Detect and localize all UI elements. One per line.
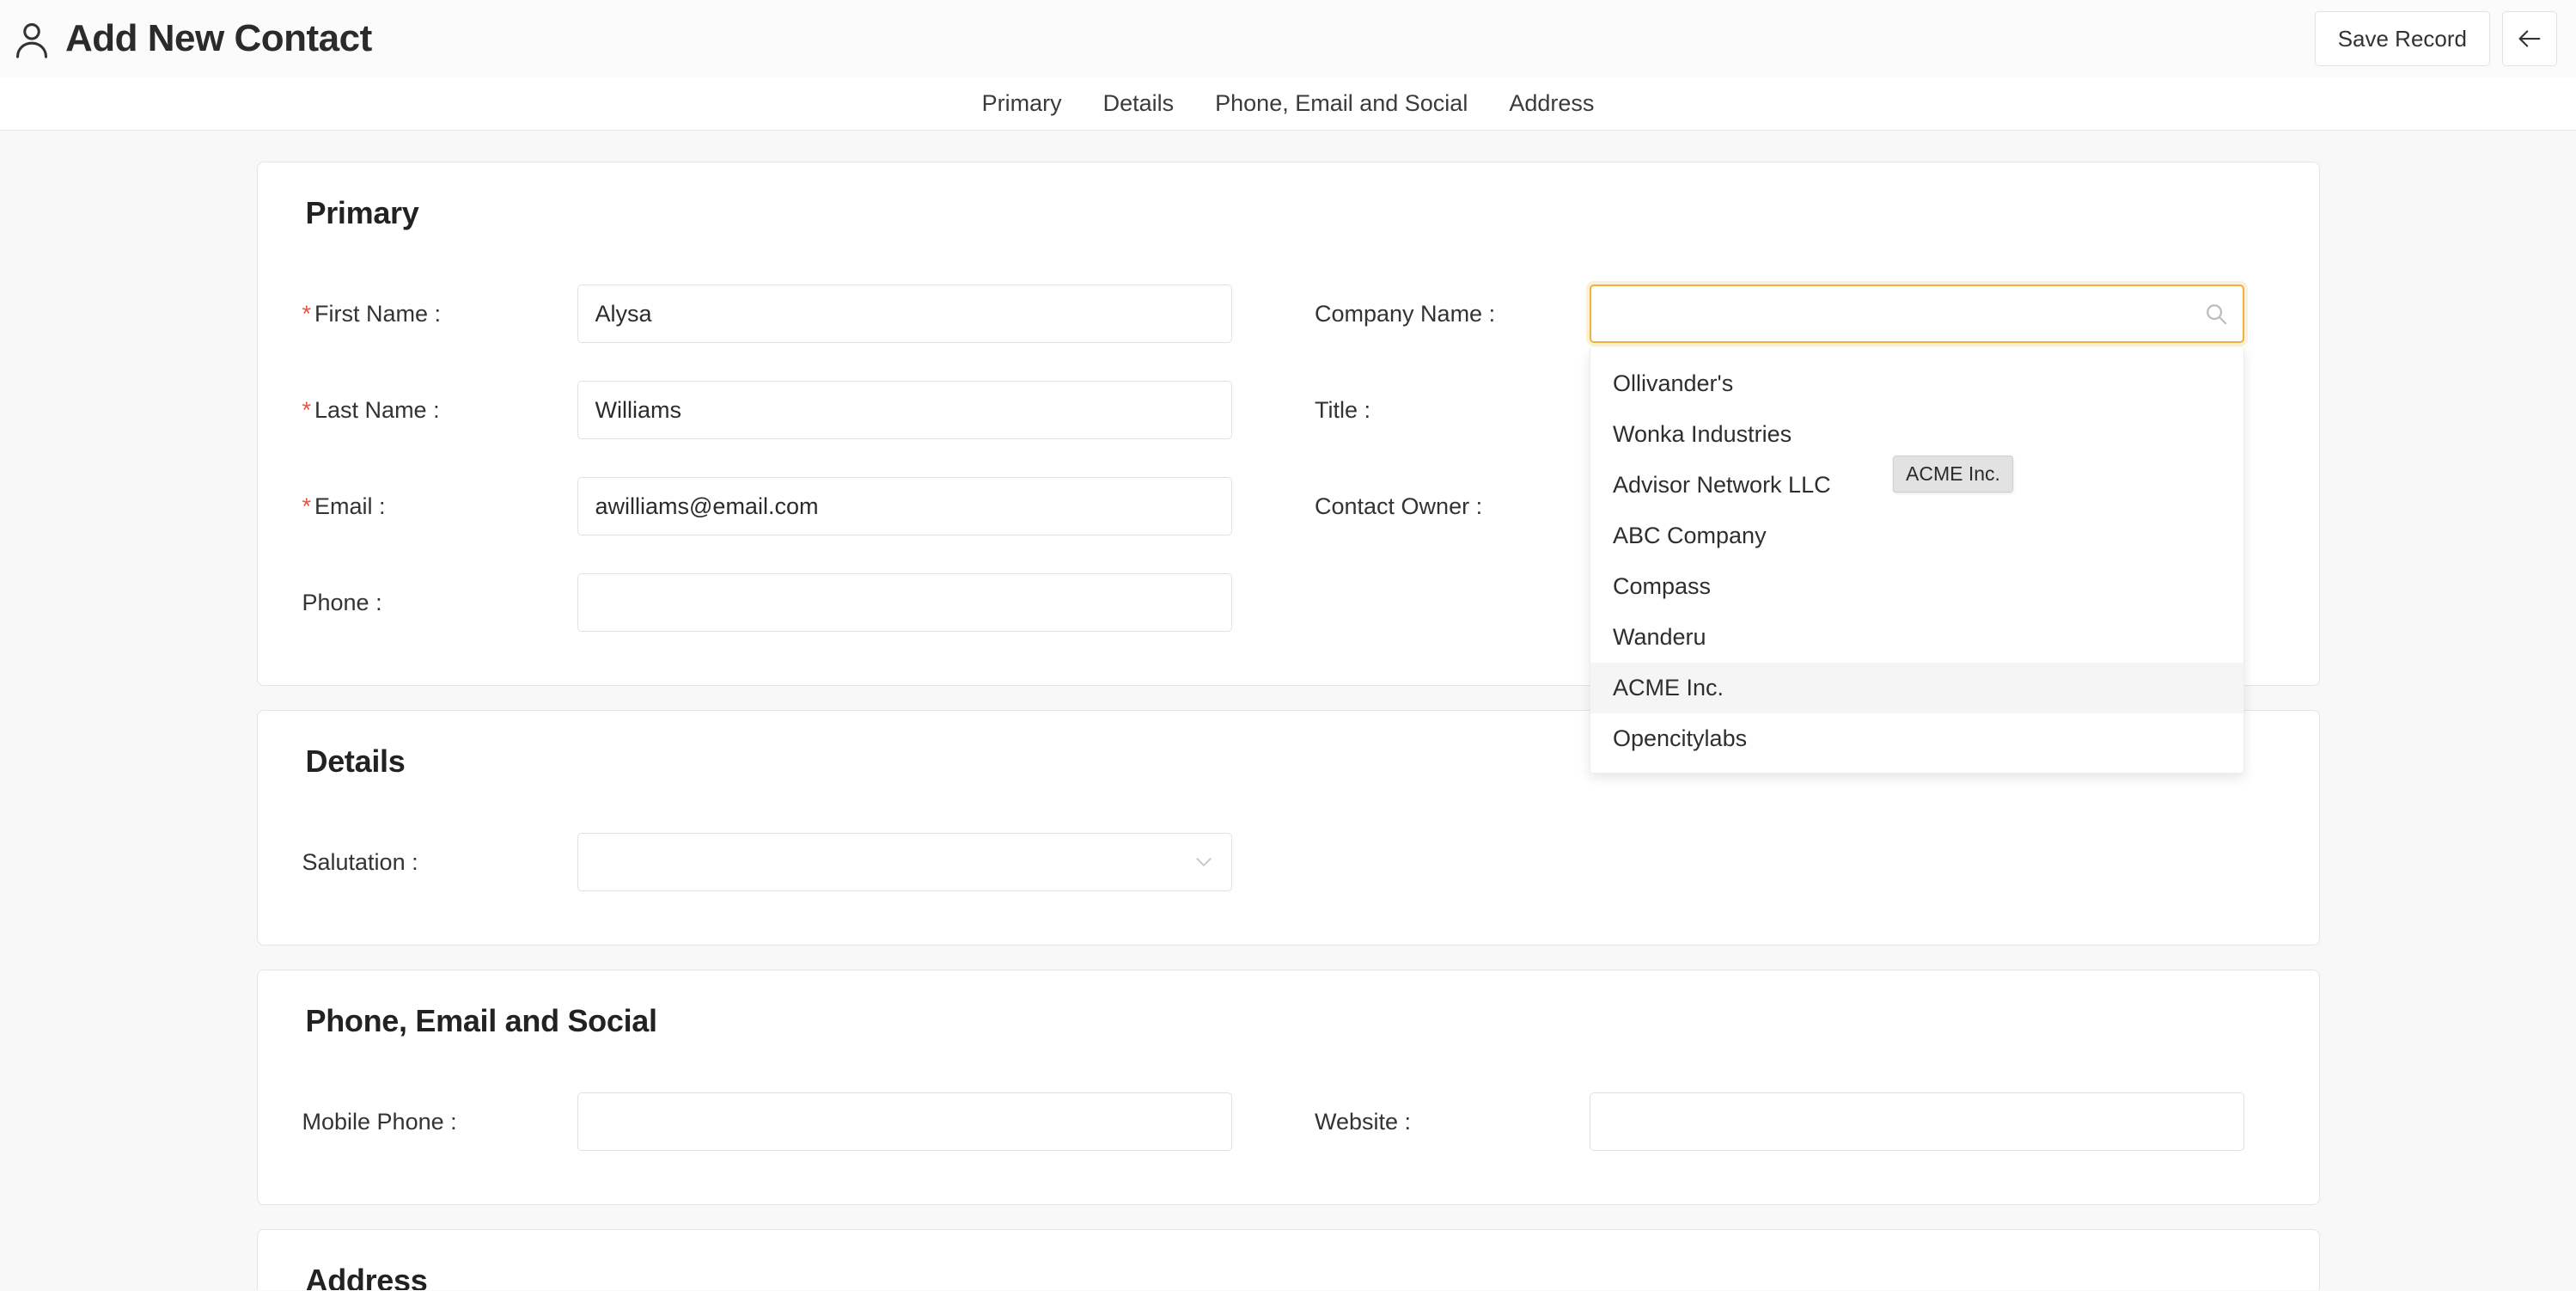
- field-title-label: Title :: [1315, 396, 1371, 423]
- details-right-column: [1315, 814, 2274, 910]
- primary-left-column: *First Name : *Last Name : *Email :: [302, 266, 1262, 651]
- app-header: Add New Contact Save Record: [0, 0, 2576, 77]
- field-first-name-label: * First Name :: [302, 300, 442, 327]
- dropdown-option[interactable]: ABC Company: [1590, 511, 2243, 561]
- page-title: Add New Contact: [65, 17, 372, 59]
- field-last-name-label: * Last Name :: [302, 396, 440, 423]
- header-actions: Save Record: [2314, 11, 2557, 66]
- field-website-control: [1590, 1092, 2244, 1151]
- save-record-button[interactable]: Save Record: [2314, 11, 2490, 66]
- phone-input[interactable]: [577, 573, 1232, 632]
- header-left-group: Add New Contact: [12, 18, 372, 59]
- dropdown-option[interactable]: Opencitylabs: [1590, 713, 2243, 764]
- mobile-phone-input[interactable]: [577, 1092, 1232, 1151]
- field-phone-label: Phone :: [302, 589, 382, 615]
- pes-fields-grid: Mobile Phone : Website :: [302, 1074, 2274, 1170]
- section-nav: Primary Details Phone, Email and Social …: [0, 77, 2576, 131]
- required-asterisk: *: [302, 396, 312, 423]
- field-phone-control: [577, 573, 1232, 632]
- section-primary-title: Primary: [305, 195, 419, 230]
- tab-primary[interactable]: Primary: [980, 87, 1064, 120]
- dropdown-tooltip: ACME Inc.: [1893, 456, 2013, 493]
- last-name-input[interactable]: [577, 381, 1232, 439]
- field-email: * Email :: [302, 458, 1262, 554]
- field-first-name-control: [577, 285, 1232, 343]
- section-primary: Primary *First Name : *Last Name :: [256, 162, 2320, 774]
- field-salutation: Salutation :: [302, 814, 1262, 910]
- section-phone-email-social-title: Phone, Email and Social: [305, 1003, 658, 1038]
- required-asterisk: *: [302, 300, 312, 327]
- dropdown-option[interactable]: Compass: [1590, 561, 2243, 612]
- field-salutation-label: Salutation :: [302, 848, 418, 875]
- field-website-label: Website :: [1315, 1108, 1412, 1135]
- section-phone-email-social: Phone, Email and Social Mobile Phone : W…: [256, 970, 2320, 1205]
- back-button[interactable]: [2502, 11, 2557, 66]
- email-input[interactable]: [577, 477, 1232, 535]
- field-mobile-phone-control: [577, 1092, 1232, 1151]
- field-email-control: [577, 477, 1232, 535]
- field-email-label: * Email :: [302, 493, 386, 519]
- section-address: Address: [256, 1229, 2320, 1290]
- tab-details[interactable]: Details: [1102, 87, 1176, 120]
- dropdown-option[interactable]: Wonka Industries: [1590, 409, 2243, 460]
- dropdown-option-active[interactable]: ACME Inc.: [1590, 663, 2243, 714]
- field-last-name-control: [577, 381, 1232, 439]
- company-name-input[interactable]: [1590, 285, 2244, 343]
- required-asterisk: *: [302, 493, 312, 519]
- field-salutation-control: [577, 833, 1232, 891]
- field-first-name: * First Name :: [302, 266, 1262, 362]
- field-mobile-phone: Mobile Phone :: [302, 1074, 1262, 1170]
- field-phone: Phone :: [302, 554, 1262, 651]
- details-fields-grid: Salutation :: [302, 814, 2274, 910]
- section-address-title: Address: [305, 1263, 428, 1290]
- form-content: Primary *First Name : *Last Name :: [0, 131, 2576, 1290]
- primary-fields-grid: *First Name : *Last Name : *Email :: [302, 266, 2274, 774]
- field-last-name: * Last Name :: [302, 362, 1262, 458]
- field-website: Website :: [1315, 1074, 2274, 1170]
- dropdown-option[interactable]: Ollivander's: [1590, 358, 2243, 409]
- first-name-input[interactable]: [577, 285, 1232, 343]
- salutation-select[interactable]: [577, 833, 1232, 891]
- field-company-name-control: Ollivander's Wonka Industries Advisor Ne…: [1590, 285, 2244, 774]
- user-icon: [12, 18, 52, 59]
- tab-address[interactable]: Address: [1507, 87, 1596, 120]
- company-name-dropdown: Ollivander's Wonka Industries Advisor Ne…: [1590, 348, 2244, 774]
- field-company-name: Company Name : Ollivander's Wonka Indust…: [1315, 266, 2274, 774]
- arrow-left-icon: [2515, 24, 2544, 53]
- primary-right-column: Company Name : Ollivander's Wonka Indust…: [1315, 266, 2274, 774]
- field-contact-owner-label: Contact Owner :: [1315, 493, 1483, 519]
- dropdown-option[interactable]: Wanderu: [1590, 612, 2243, 663]
- tab-phone-email-social[interactable]: Phone, Email and Social: [1213, 87, 1469, 120]
- field-mobile-phone-label: Mobile Phone :: [302, 1108, 457, 1135]
- field-company-name-label: Company Name :: [1315, 300, 1496, 327]
- website-input[interactable]: [1590, 1092, 2244, 1151]
